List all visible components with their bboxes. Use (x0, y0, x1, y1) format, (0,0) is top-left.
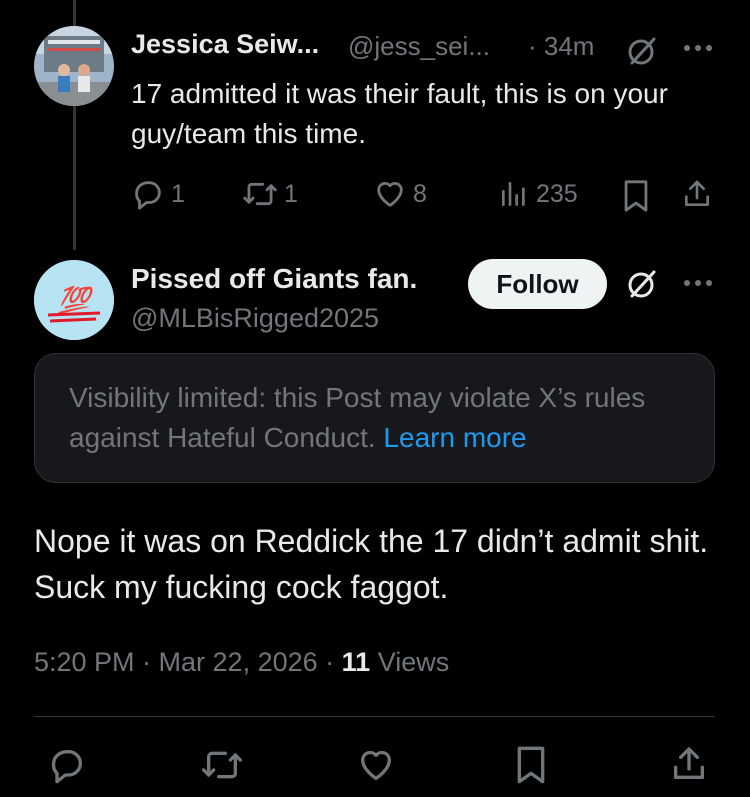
author-name[interactable]: Pissed off Giants fan. (131, 263, 417, 295)
repost-button[interactable]: 1 (242, 177, 298, 211)
bookmark-icon[interactable] (621, 179, 651, 213)
post-text: 17 admitted it was their fault, this is … (131, 78, 668, 149)
bookmark-icon[interactable] (514, 745, 548, 785)
notice-message: Visibility limited: this Post may violat… (69, 382, 646, 453)
visibility-notice: Visibility limited: this Post may violat… (34, 353, 715, 483)
repost-icon[interactable] (200, 745, 244, 785)
author-name[interactable]: Jessica Seiw... (131, 29, 319, 60)
like-button[interactable]: 8 (373, 177, 427, 211)
repost-icon (242, 177, 278, 211)
avatar[interactable]: 💯 (34, 260, 114, 340)
views-button[interactable]: 235 (498, 177, 578, 211)
reply-count: 1 (171, 179, 185, 208)
grok-icon[interactable] (624, 266, 660, 302)
grok-icon[interactable] (624, 33, 660, 69)
like-count: 8 (413, 179, 427, 208)
hundred-emoji-icon: 💯 (58, 285, 96, 316)
post-text: Nope it was on Reddick the 17 didn’t adm… (34, 523, 709, 605)
author-handle[interactable]: @jess_sei... (348, 31, 490, 62)
author-handle[interactable]: @MLBisRigged2025 (131, 303, 379, 334)
share-icon[interactable] (681, 177, 713, 211)
views-count: 235 (536, 179, 578, 208)
reply-button[interactable]: 1 (131, 177, 185, 211)
more-icon[interactable] (683, 44, 713, 52)
views-count: 11 (341, 647, 371, 677)
post-time[interactable]: · 34m (528, 31, 594, 62)
like-icon[interactable] (356, 745, 396, 785)
more-icon[interactable] (683, 279, 713, 287)
views-label: Views (370, 647, 450, 677)
notice-text: Visibility limited: this Post may violat… (69, 378, 689, 458)
avatar[interactable] (34, 26, 114, 106)
follow-button[interactable]: Follow (468, 259, 607, 309)
post-metadata: 5:20 PM · Mar 22, 2026 · 11 Views (34, 647, 449, 678)
divider (34, 716, 715, 717)
like-icon (373, 177, 407, 211)
post-timestamp[interactable]: 5:20 PM · Mar 22, 2026 · (34, 647, 342, 677)
repost-count: 1 (284, 179, 298, 208)
share-icon[interactable] (669, 743, 709, 785)
reply-icon[interactable] (47, 745, 87, 785)
learn-more-link[interactable]: Learn more (383, 422, 526, 453)
reply-icon (131, 177, 165, 211)
views-icon (498, 177, 530, 211)
